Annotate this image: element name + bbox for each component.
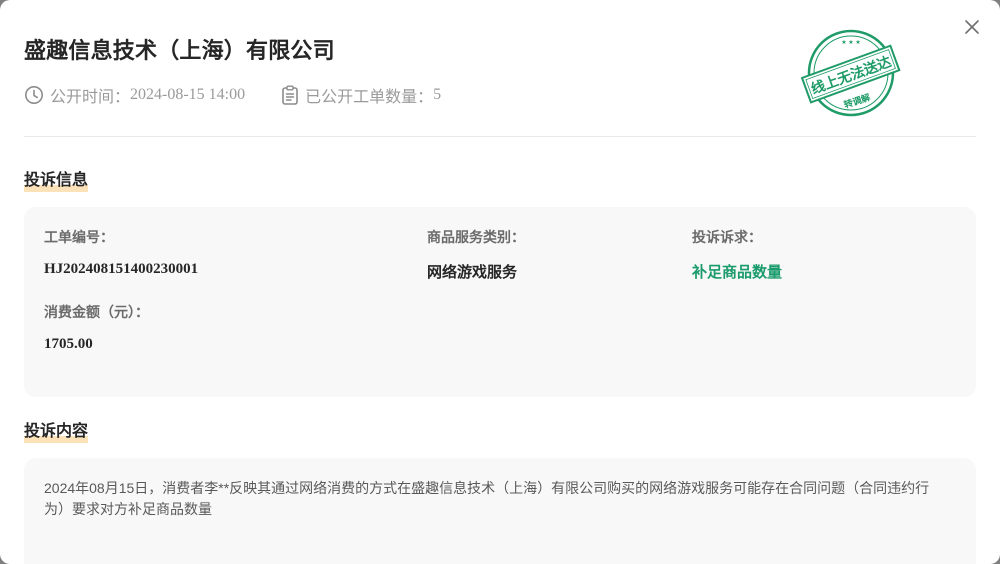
header-divider — [24, 136, 976, 137]
category-field: 商品服务类别： 网络游戏服务 — [427, 227, 525, 282]
demand-field: 投诉诉求： 补足商品数量 — [692, 227, 782, 282]
company-title: 盛趣信息技术（上海）有限公司 — [24, 38, 335, 63]
ticket-no-label: 工单编号： — [44, 229, 114, 245]
category-label: 商品服务类别： — [427, 229, 525, 245]
stamp-sub-text: 转调解 — [842, 91, 871, 111]
close-button[interactable] — [962, 17, 982, 37]
clipboard-icon — [282, 85, 298, 105]
clock-icon — [25, 86, 43, 104]
complaint-detail-modal: 盛趣信息技术（上海）有限公司 公开时间： 2024-08-15 14:00 已公… — [0, 0, 1000, 564]
complaint-content-text: 2024年08月15日，消费者李**反映其通过网络消费的方式在盛趣信息技术（上海… — [44, 480, 930, 517]
complaint-content-card: 2024年08月15日，消费者李**反映其通过网络消费的方式在盛趣信息技术（上海… — [24, 458, 976, 564]
demand-label: 投诉诉求： — [692, 229, 762, 245]
ticket-count: 已公开工单数量： 5 — [281, 83, 441, 107]
complaint-info-card: 工单编号： HJ20240815140023000​1 商品服务类别： 网络游戏… — [24, 207, 976, 397]
undeliverable-stamp: ★ ★ ★ 线上无法送达 转调解 — [800, 29, 901, 117]
publish-time: 公开时间： 2024-08-15 14:00 — [24, 83, 245, 107]
ticket-count-label: 已公开工单数量： — [305, 89, 434, 106]
ticket-no-field: 工单编号： HJ20240815140023000​1 — [44, 227, 198, 278]
close-icon — [965, 20, 979, 34]
category-value: 网络游戏服务 — [427, 264, 518, 281]
meta-row: 公开时间： 2024-08-15 14:00 已公开工单数量： 5 — [24, 84, 441, 106]
publish-time-value: 2024-08-15 14:00 — [130, 86, 246, 103]
demand-value: 补足商品数量 — [692, 264, 783, 281]
amount-value: 1705.00 — [44, 336, 93, 352]
ticket-no-value: HJ20240815140023000​1 — [44, 261, 199, 277]
section-title-complaint-info: 投诉信息 — [24, 166, 89, 192]
section-title-complaint-content: 投诉内容 — [24, 417, 89, 443]
amount-field: 消费金额（元）： 1705.00 — [44, 302, 149, 353]
amount-label: 消费金额（元）： — [44, 304, 149, 320]
svg-text:★ ★ ★: ★ ★ ★ — [841, 39, 860, 46]
ticket-count-value: 5 — [433, 86, 442, 103]
publish-time-label: 公开时间： — [50, 89, 131, 106]
